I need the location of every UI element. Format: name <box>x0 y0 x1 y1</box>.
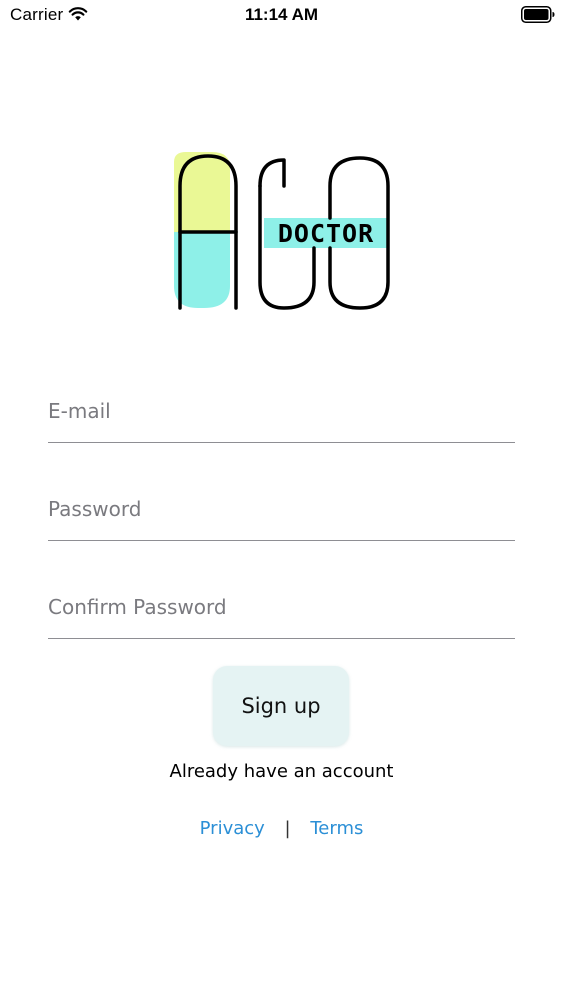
status-time: 11:14 AM <box>244 5 319 24</box>
battery-icon <box>521 6 555 23</box>
confirm-password-input[interactable] <box>48 592 515 622</box>
status-bar: Carrier 11:14 AM <box>0 0 563 32</box>
email-input[interactable] <box>48 396 515 426</box>
privacy-link[interactable]: Privacy <box>200 818 265 839</box>
capsule-bottom <box>174 232 230 308</box>
logo-doctor-text: DOCTOR <box>278 219 374 248</box>
capsule-top <box>174 152 230 232</box>
confirm-password-field[interactable] <box>48 578 515 639</box>
email-field[interactable] <box>48 382 515 443</box>
footer-links: Privacy | Terms <box>0 818 563 839</box>
sign-up-button[interactable]: Sign up <box>213 666 349 746</box>
password-field[interactable] <box>48 480 515 541</box>
already-have-account-link[interactable]: Already have an account <box>0 761 563 782</box>
terms-link[interactable]: Terms <box>310 818 363 839</box>
link-separator: | <box>284 818 291 839</box>
password-input[interactable] <box>48 494 515 524</box>
alo-doctor-logo: DOCTOR <box>174 152 390 310</box>
